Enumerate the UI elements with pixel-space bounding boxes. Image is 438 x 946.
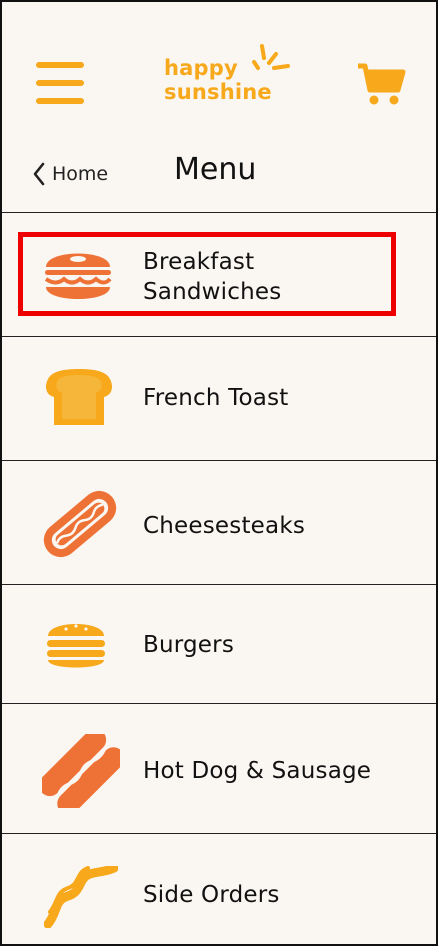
app-frame: happy sunshine Home Menu Breakfast Sandw… — [0, 0, 438, 946]
back-home-label: Home — [52, 163, 109, 185]
hoagie-icon — [43, 490, 117, 558]
page-title: Menu — [174, 152, 257, 187]
menu-item-label: Burgers — [143, 632, 234, 658]
hot-dog-icon — [42, 734, 120, 808]
menu-item-burgers[interactable]: Burgers — [2, 585, 436, 704]
menu-item-side-orders[interactable]: Side Orders — [2, 834, 436, 944]
menu-item-label: Side Orders — [143, 882, 280, 908]
toast-icon — [46, 369, 112, 425]
bacon-icon — [44, 866, 118, 928]
menu-item-french-toast[interactable]: French Toast — [2, 337, 436, 461]
menu-item-label: French Toast — [143, 385, 289, 411]
app-header: happy sunshine — [2, 2, 436, 132]
sun-rays-icon — [252, 44, 290, 70]
shopping-cart-icon[interactable] — [356, 62, 406, 106]
menu-category-list: Breakfast Sandwiches French Toast Cheese… — [2, 213, 436, 944]
menu-item-label: Hot Dog & Sausage — [143, 758, 372, 784]
chevron-left-icon — [33, 162, 45, 186]
brand-logo[interactable]: happy sunshine — [164, 44, 294, 110]
menu-item-label: Breakfast Sandwiches — [143, 249, 282, 305]
back-home-button[interactable]: Home — [32, 160, 108, 188]
menu-item-breakfast-sandwiches[interactable]: Breakfast Sandwiches — [2, 213, 436, 337]
logo-line-2: sunshine — [164, 80, 272, 104]
menu-hamburger-icon[interactable] — [36, 62, 84, 104]
menu-item-cheesesteaks[interactable]: Cheesesteaks — [2, 461, 436, 585]
page-navbar: Home Menu — [2, 132, 436, 213]
burger-icon — [47, 624, 105, 668]
menu-item-hot-dog-sausage[interactable]: Hot Dog & Sausage — [2, 704, 436, 834]
bagel-sandwich-icon — [44, 253, 112, 299]
menu-item-label: Cheesesteaks — [143, 513, 306, 539]
